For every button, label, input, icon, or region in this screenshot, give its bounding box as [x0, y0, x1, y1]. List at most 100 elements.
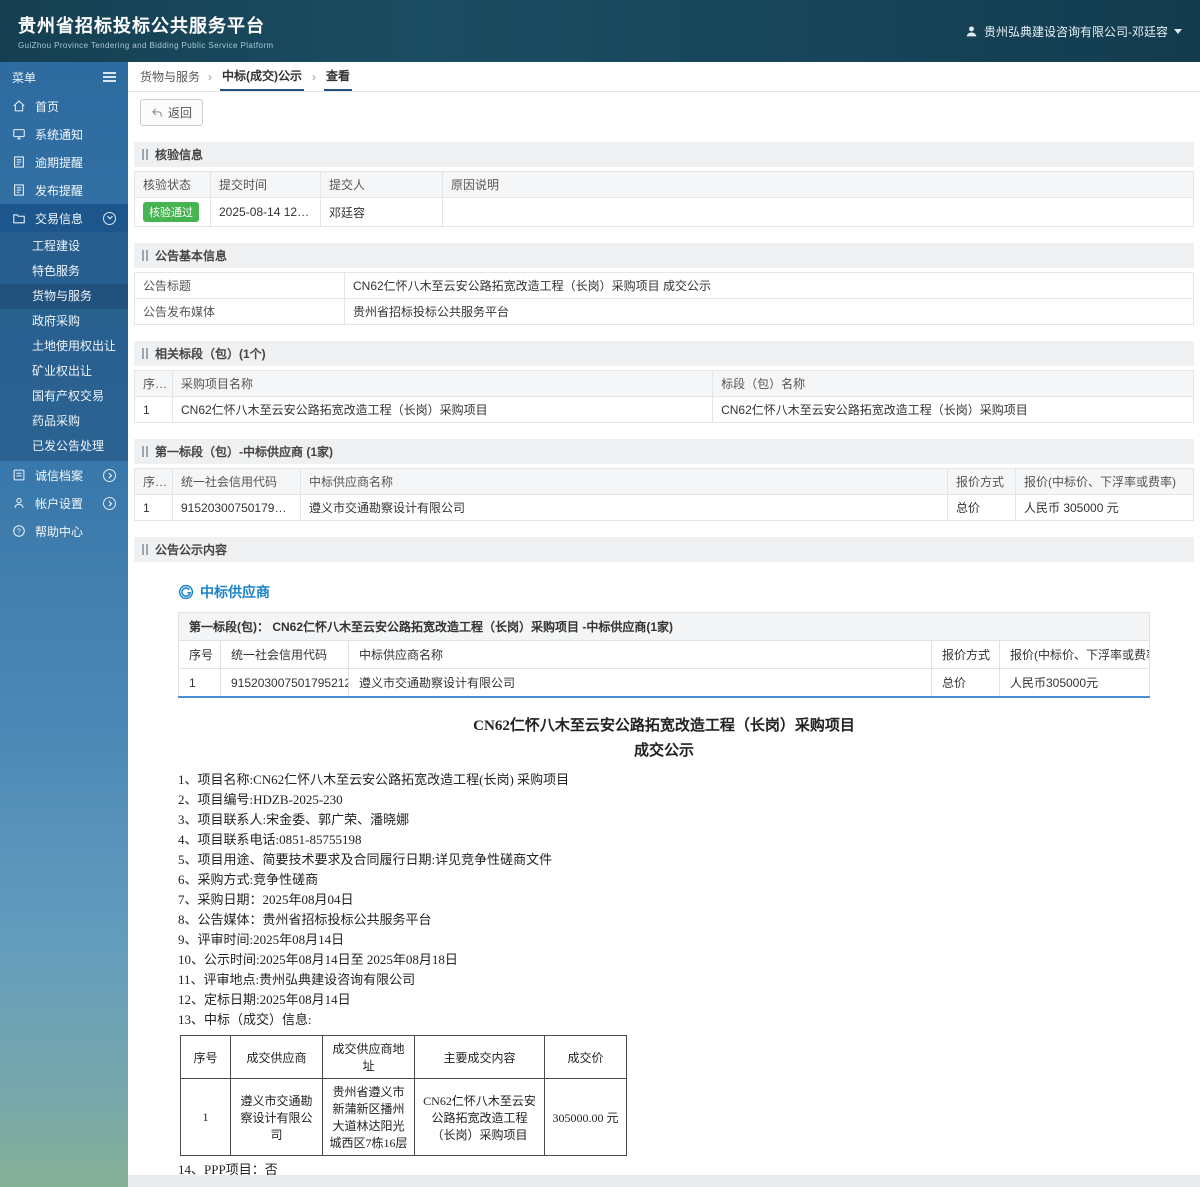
section-basic-info: 公告基本信息 公告标题 CN62仁怀八木至云安公路拓宽改造工程（长岗）采购项目 … [134, 243, 1194, 325]
section-header: 相关标段（包）(1个) [134, 341, 1194, 366]
sidebar-item-home[interactable]: 首页 [0, 92, 128, 120]
hamburger-icon[interactable] [103, 72, 116, 82]
col-header: 报价(中标价、下浮率或费率) [1015, 468, 1194, 495]
document-title: CN62仁怀八木至云安公路拓宽改造工程（长岗）采购项目 [473, 718, 855, 734]
col-header: 核验状态 [134, 171, 211, 198]
col-header: 标段（包）名称 [712, 370, 1194, 397]
doc-line: 6、采购方式:竞争性磋商 [178, 872, 319, 887]
cell-reason [442, 197, 1194, 227]
table-header-row: 核验状态 提交时间 提交人 原因说明 [134, 171, 1194, 198]
app-subtitle: GuiZhou Province Tendering and Bidding P… [18, 41, 274, 50]
submenu-item-engineering[interactable]: 工程建设 [0, 234, 128, 259]
sidebar-item-overdue-reminder[interactable]: 逾期提醒 [0, 148, 128, 176]
section-winning-supplier: 第一标段（包）-中标供应商 (1家) 序号 统一社会信用代码 中标供应商名称 报… [134, 439, 1194, 521]
sidebar-item-help-center[interactable]: ? 帮助中心 [0, 517, 128, 545]
col-header: 中标供应商名称 [300, 468, 948, 495]
breadcrumb-goods-services[interactable]: 货物与服务 [140, 62, 200, 91]
doc-line: 1、项目名称:CN62仁怀八木至云安公路拓宽改造工程(长岗) 采购项目 [178, 772, 570, 787]
section-title: 核验信息 [155, 148, 204, 162]
back-button-label: 返回 [168, 106, 193, 120]
table-header-row: 序号 统一社会信用代码 中标供应商名称 报价方式 报价(中标价、下浮率或费率) [134, 468, 1194, 495]
sidebar-item-label: 交易信息 [35, 211, 84, 226]
field-label: 公告标题 [134, 272, 345, 299]
sidebar-item-label: 帮助中心 [35, 524, 84, 539]
folder-icon [13, 214, 25, 224]
col-header: 序号 [134, 468, 173, 495]
sidebar-item-notifications[interactable]: 系统通知 [0, 120, 128, 148]
table-row: 公告发布媒体 贵州省招标投标公共服务平台 [134, 298, 1194, 325]
return-arrow-icon [152, 108, 162, 117]
submenu-item-mining-rights[interactable]: 矿业权出让 [0, 359, 128, 384]
monitor-icon [13, 129, 25, 140]
user-icon [966, 25, 977, 36]
sidebar-item-label: 帐户设置 [35, 496, 84, 511]
document-icon [14, 156, 24, 168]
sidebar-item-credit-files[interactable]: 诚信档案 [0, 461, 128, 489]
submenu-item-drug-procurement[interactable]: 药品采购 [0, 409, 128, 434]
section-header: 公告公示内容 [134, 537, 1194, 562]
doc-line: 4、项目联系电话:0851-85755198 [178, 832, 362, 847]
col-header: 报价方式 [930, 640, 1000, 669]
doc-line: 9、评审时间:2025年08月14日 [178, 932, 345, 947]
col-header: 主要成交内容 [414, 1035, 545, 1079]
cell-price: 人民币 305000 元 [1015, 494, 1194, 521]
section-marker-icon [142, 250, 148, 261]
user-menu[interactable]: 贵州弘典建设咨询有限公司-邓廷容 [965, 23, 1182, 40]
cell-lot-name: CN62仁怀八木至云安公路拓宽改造工程（长岗）采购项目 [712, 396, 1194, 423]
cell-deal-content: CN62仁怀八木至云安公路拓宽改造工程（长岗）采购项目 [414, 1078, 545, 1156]
section-marker-icon [142, 348, 148, 359]
section-related-lots: 相关标段（包）(1个) 序号 采购项目名称 标段（包）名称 1 CN62仁怀八木… [134, 341, 1194, 423]
cell-supplier-name: 遵义市交通勘察设计有限公司 [300, 494, 948, 521]
submenu-item-state-property[interactable]: 国有产权交易 [0, 384, 128, 409]
collapse-toggle-icon[interactable] [103, 211, 116, 225]
doc-line: 11、评审地点:贵州弘典建设咨询有限公司 [178, 972, 416, 987]
table-row: 1 915203007501795212 遵义市交通勘察设计有限公司 总价 人民… [134, 494, 1194, 521]
supplier-badge-icon [178, 584, 194, 600]
section-title: 第一标段（包）-中标供应商 (1家) [155, 445, 333, 459]
submenu-item-gov-procurement[interactable]: 政府采购 [0, 309, 128, 334]
sidebar-item-label: 系统通知 [35, 127, 84, 142]
submenu-item-published-notices[interactable]: 已发公告处理 [0, 434, 128, 459]
back-button[interactable]: 返回 [140, 99, 204, 126]
col-header: 报价方式 [947, 468, 1016, 495]
section-header: 核验信息 [134, 142, 1194, 167]
doc-line: 13、中标（成交）信息: [178, 1012, 312, 1027]
col-header: 提交人 [320, 171, 443, 198]
submenu-item-special-services[interactable]: 特色服务 [0, 259, 128, 284]
verify-table: 核验状态 提交时间 提交人 原因说明 核验通过 2025-08-14 12:38… [134, 171, 1194, 227]
col-header: 统一社会信用代码 [220, 640, 349, 669]
table-row: 1 915203007501795212 遵义市交通勘察设计有限公司 总价 人民… [178, 668, 1151, 698]
table-header-row: 序号 统一社会信用代码 中标供应商名称 报价方式 报价(中标价、下浮率或费率) [178, 640, 1151, 669]
home-icon [13, 100, 25, 112]
section-marker-icon [142, 446, 148, 457]
toolbar: 返回 [128, 92, 1200, 132]
notice-supplier-table: 第一标段(包)： CN62仁怀八木至云安公路拓宽改造工程（长岗）采购项目 -中标… [178, 612, 1151, 698]
cell-index: 1 [134, 396, 173, 423]
page-footer-strip [128, 1175, 1200, 1187]
field-value: CN62仁怀八木至云安公路拓宽改造工程（长岗）采购项目 成交公示 [344, 272, 1194, 299]
notice-body: 中标供应商 第一标段(包)： CN62仁怀八木至云安公路拓宽改造工程（长岗）采购… [134, 566, 1194, 1187]
sidebar-item-publish-reminder[interactable]: 发布提醒 [0, 176, 128, 204]
breadcrumb-award-notice[interactable]: 中标(成交)公示 [220, 62, 305, 91]
sidebar-item-trade-info[interactable]: 交易信息 [0, 204, 128, 232]
table-row: 公告标题 CN62仁怀八木至云安公路拓宽改造工程（长岗）采购项目 成交公示 [134, 272, 1194, 299]
doc-line: 8、公告媒体：贵州省招标投标公共服务平台 [178, 912, 432, 927]
doc-line: 2、项目编号:HDZB-2025-230 [178, 792, 343, 807]
cell-price-type: 总价 [947, 494, 1016, 521]
cell-index: 1 [178, 668, 221, 698]
submenu-item-goods-services[interactable]: 货物与服务 [0, 284, 128, 309]
section-notice-content: 公告公示内容 中标供应商 第一标段(包)： CN62仁怀八木至云安公路拓宽改造工… [134, 537, 1194, 1187]
cell-deal-supplier: 遵义市交通勘察设计有限公司 [230, 1078, 323, 1156]
col-header: 序号 [178, 640, 221, 669]
breadcrumb-separator-icon: › [208, 69, 213, 84]
menu-label: 菜单 [12, 70, 37, 85]
table-header-row: 序号 成交供应商 成交供应商地址 主要成交内容 成交价 [180, 1035, 627, 1079]
breadcrumb-view[interactable]: 查看 [324, 62, 353, 91]
chevron-down-icon [1174, 28, 1182, 34]
breadcrumb-separator-icon: › [312, 69, 317, 84]
sidebar-item-account-settings[interactable]: 帐户设置 [0, 489, 128, 517]
submenu-item-land-rights[interactable]: 土地使用权出让 [0, 334, 128, 359]
question-icon: ? [13, 525, 25, 537]
field-value: 贵州省招标投标公共服务平台 [344, 298, 1194, 325]
cell-person: 邓廷容 [320, 197, 443, 227]
